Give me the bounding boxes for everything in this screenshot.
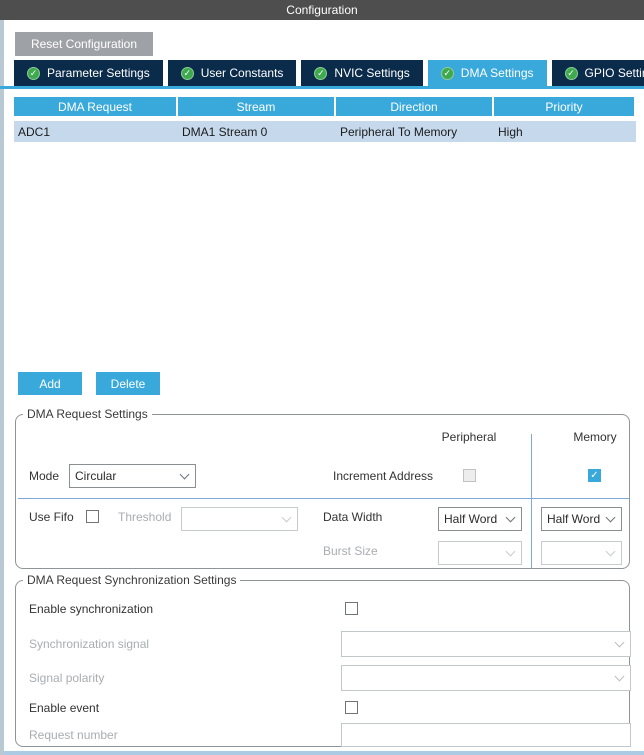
burst-size-memory-dropdown bbox=[541, 541, 622, 565]
column-divider bbox=[531, 434, 532, 568]
data-width-memory-value: Half Word bbox=[547, 512, 600, 526]
cell-direction: Peripheral To Memory bbox=[336, 125, 494, 139]
use-fifo-checkbox[interactable] bbox=[86, 510, 99, 523]
mode-dropdown[interactable]: Circular bbox=[69, 464, 196, 488]
request-number-input bbox=[341, 723, 631, 747]
enable-synchronization-checkbox[interactable] bbox=[345, 602, 358, 615]
chevron-down-icon bbox=[606, 547, 616, 557]
burst-size-peripheral-dropdown bbox=[438, 541, 522, 565]
enable-event-checkbox[interactable] bbox=[345, 701, 358, 714]
cell-stream: DMA1 Stream 0 bbox=[178, 125, 336, 139]
peripheral-column-header: Peripheral bbox=[429, 429, 509, 445]
tab-label: User Constants bbox=[201, 66, 284, 80]
tab-nvic-settings[interactable]: ✓ NVIC Settings bbox=[301, 60, 422, 86]
request-number-label: Request number bbox=[29, 727, 118, 743]
chevron-down-icon bbox=[615, 672, 625, 682]
left-border-strip bbox=[0, 20, 4, 755]
column-header-dma-request[interactable]: DMA Request bbox=[14, 97, 176, 116]
increment-address-peripheral-checkbox bbox=[463, 469, 476, 482]
signal-polarity-label: Signal polarity bbox=[29, 670, 104, 686]
use-fifo-label: Use Fifo bbox=[29, 509, 74, 525]
active-tab-underline bbox=[0, 86, 644, 89]
cell-dma-request: ADC1 bbox=[14, 125, 178, 139]
group-title: DMA Request Synchronization Settings bbox=[23, 573, 240, 587]
data-width-memory-dropdown[interactable]: Half Word bbox=[541, 507, 622, 531]
tab-user-constants[interactable]: ✓ User Constants bbox=[168, 60, 297, 86]
mode-dropdown-value: Circular bbox=[75, 469, 116, 483]
group-title: DMA Request Settings bbox=[23, 407, 152, 421]
tab-dma-settings[interactable]: ✓ DMA Settings bbox=[428, 60, 547, 86]
bottom-border-strip bbox=[4, 751, 644, 755]
chevron-down-icon bbox=[615, 638, 625, 648]
page-title: Configuration bbox=[286, 3, 357, 17]
reset-configuration-button[interactable]: Reset Configuration bbox=[15, 32, 153, 56]
column-header-direction[interactable]: Direction bbox=[336, 97, 492, 116]
increment-address-memory-checkbox[interactable]: ✓ bbox=[588, 469, 601, 482]
enable-event-label: Enable event bbox=[29, 700, 99, 716]
check-circle-icon: ✓ bbox=[565, 67, 578, 80]
check-circle-icon: ✓ bbox=[314, 67, 327, 80]
table-row[interactable]: ADC1 DMA1 Stream 0 Peripheral To Memory … bbox=[14, 121, 636, 142]
synchronization-signal-dropdown bbox=[341, 631, 631, 657]
synchronization-signal-label: Synchronization signal bbox=[29, 636, 149, 652]
tab-label: Parameter Settings bbox=[47, 66, 150, 80]
delete-button[interactable]: Delete bbox=[96, 372, 160, 395]
column-header-priority[interactable]: Priority bbox=[494, 97, 634, 116]
dma-request-settings-group: DMA Request Settings Peripheral Memory M… bbox=[15, 414, 630, 569]
enable-synchronization-label: Enable synchronization bbox=[29, 601, 153, 617]
data-width-label: Data Width bbox=[323, 509, 382, 525]
signal-polarity-dropdown bbox=[341, 665, 631, 691]
dialog-title-bar: Configuration bbox=[0, 0, 644, 20]
chevron-down-icon bbox=[606, 513, 616, 523]
threshold-label: Threshold bbox=[118, 509, 171, 525]
tab-label: NVIC Settings bbox=[334, 66, 409, 80]
check-circle-icon: ✓ bbox=[27, 67, 40, 80]
threshold-dropdown bbox=[181, 507, 298, 531]
tab-label: DMA Settings bbox=[461, 66, 534, 80]
mode-label: Mode bbox=[29, 468, 59, 484]
memory-column-header: Memory bbox=[555, 429, 635, 445]
data-width-peripheral-dropdown[interactable]: Half Word bbox=[438, 507, 522, 531]
add-button[interactable]: Add bbox=[18, 372, 82, 395]
dma-sync-settings-group: DMA Request Synchronization Settings Ena… bbox=[15, 580, 630, 747]
column-header-stream[interactable]: Stream bbox=[178, 97, 334, 116]
chevron-down-icon bbox=[506, 513, 516, 523]
tab-gpio-settings[interactable]: ✓ GPIO Settings bbox=[552, 60, 644, 86]
burst-size-label: Burst Size bbox=[323, 543, 378, 559]
data-width-peripheral-value: Half Word bbox=[444, 512, 497, 526]
dma-table-header: DMA Request Stream Direction Priority bbox=[14, 97, 636, 116]
check-circle-icon: ✓ bbox=[181, 67, 194, 80]
chevron-down-icon bbox=[506, 547, 516, 557]
tab-label: GPIO Settings bbox=[585, 66, 644, 80]
cell-priority: High bbox=[494, 125, 636, 139]
configuration-panel: Configuration Reset Configuration ✓ Para… bbox=[0, 0, 644, 755]
check-circle-icon: ✓ bbox=[441, 67, 454, 80]
increment-address-label: Increment Address bbox=[333, 468, 433, 484]
chevron-down-icon bbox=[282, 513, 292, 523]
tab-parameter-settings[interactable]: ✓ Parameter Settings bbox=[14, 60, 163, 86]
tab-bar: ✓ Parameter Settings ✓ User Constants ✓ … bbox=[14, 60, 644, 86]
chevron-down-icon bbox=[180, 470, 190, 480]
row-divider bbox=[18, 498, 629, 499]
